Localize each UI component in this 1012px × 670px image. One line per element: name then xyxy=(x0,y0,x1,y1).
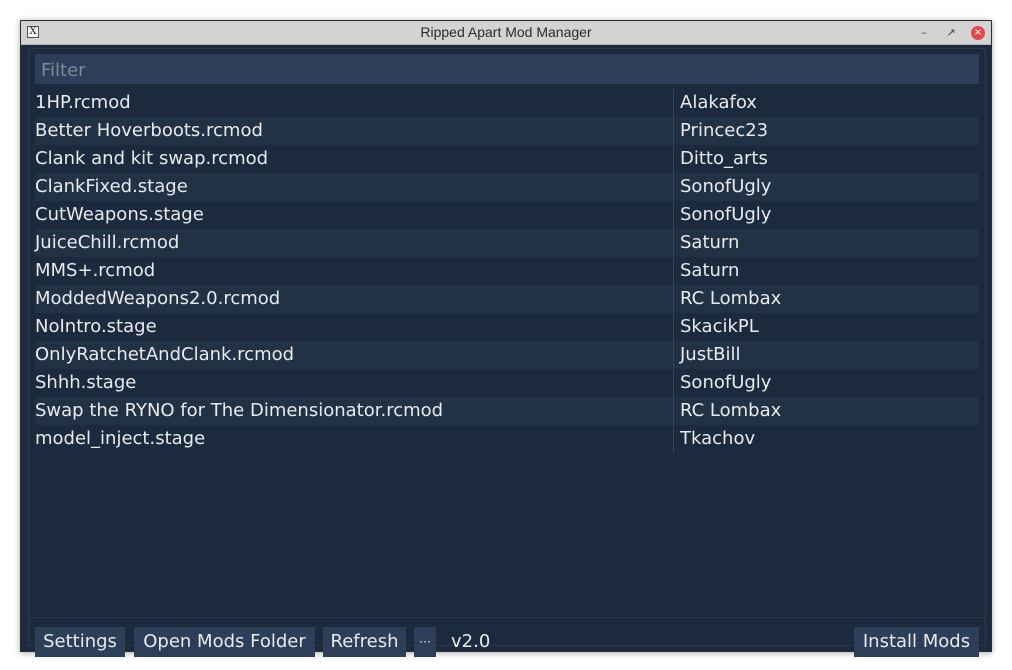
mod-name: OnlyRatchetAndClank.rcmod xyxy=(35,344,295,365)
app-window: X Ripped Apart Mod Manager – ↗ × 1HP.rcm… xyxy=(20,20,992,657)
mod-name: Shhh.stage xyxy=(35,372,137,393)
column-divider xyxy=(673,257,674,285)
mod-row[interactable]: MMS+.rcmod Saturn xyxy=(35,257,979,285)
mod-author: Ditto_arts xyxy=(680,148,768,169)
mod-name: model_inject.stage xyxy=(35,428,206,449)
mod-row[interactable]: NoIntro.stage SkacikPL xyxy=(35,313,979,341)
column-divider xyxy=(673,313,674,341)
mod-row[interactable]: Shhh.stage SonofUgly xyxy=(35,369,979,397)
column-divider xyxy=(673,285,674,313)
column-divider xyxy=(673,425,674,453)
mod-author: Saturn xyxy=(680,260,740,281)
mod-name: Clank and kit swap.rcmod xyxy=(35,148,269,169)
maximize-button[interactable]: ↗ xyxy=(943,25,959,41)
mod-author: Tkachov xyxy=(680,428,756,449)
column-divider xyxy=(673,89,674,117)
more-options-button[interactable]: ··· xyxy=(414,627,436,657)
title-bar[interactable]: X Ripped Apart Mod Manager – ↗ × xyxy=(21,21,991,45)
window-title: Ripped Apart Mod Manager xyxy=(420,24,592,40)
mod-row[interactable]: Swap the RYNO for The Dimensionator.rcmo… xyxy=(35,397,979,425)
main-panel: 1HP.rcmod Alakafox Better Hoverboots.rcmod… xyxy=(28,48,986,657)
column-divider xyxy=(673,397,674,425)
mod-author: RC Lombax xyxy=(680,400,782,421)
mod-row[interactable]: 1HP.rcmod Alakafox xyxy=(35,89,979,117)
mod-author: JustBill xyxy=(680,344,741,365)
mod-author: SkacikPL xyxy=(680,316,759,337)
mod-author: SonofUgly xyxy=(680,176,772,197)
mod-row[interactable]: OnlyRatchetAndClank.rcmod JustBill xyxy=(35,341,979,369)
install-mods-button[interactable]: Install Mods xyxy=(854,627,979,657)
mod-row[interactable]: Clank and kit swap.rcmod Ditto_arts xyxy=(35,145,979,173)
column-divider xyxy=(673,229,674,257)
close-button[interactable]: × xyxy=(971,26,985,40)
mod-name: CutWeapons.stage xyxy=(35,204,204,225)
column-divider xyxy=(673,117,674,145)
mod-row[interactable]: ModdedWeapons2.0.rcmod RC Lombax xyxy=(35,285,979,313)
open-mods-folder-button[interactable]: Open Mods Folder xyxy=(134,627,315,657)
mod-author: SonofUgly xyxy=(680,204,772,225)
mod-row[interactable]: ClankFixed.stage SonofUgly xyxy=(35,173,979,201)
mod-author: RC Lombax xyxy=(680,288,782,309)
mod-row[interactable]: JuiceChill.rcmod Saturn xyxy=(35,229,979,257)
column-divider xyxy=(673,145,674,173)
minimize-button[interactable]: – xyxy=(916,25,932,41)
version-label: v2.0 xyxy=(451,631,491,652)
mod-name: ModdedWeapons2.0.rcmod xyxy=(35,288,281,309)
mod-row[interactable]: Better Hoverboots.rcmod Princec23 xyxy=(35,117,979,145)
column-divider xyxy=(673,173,674,201)
mod-name: MMS+.rcmod xyxy=(35,260,156,281)
refresh-button[interactable]: Refresh xyxy=(323,627,406,657)
mod-name: NoIntro.stage xyxy=(35,316,157,337)
mod-author: Princec23 xyxy=(680,120,769,141)
column-divider xyxy=(673,201,674,229)
mod-name: ClankFixed.stage xyxy=(35,176,188,197)
mod-name: JuiceChill.rcmod xyxy=(35,232,180,253)
mod-list: 1HP.rcmod Alakafox Better Hoverboots.rcmod… xyxy=(35,89,979,453)
column-divider xyxy=(673,341,674,369)
filter-input[interactable] xyxy=(35,54,979,84)
mod-author: Alakafox xyxy=(680,92,757,113)
mod-author: Saturn xyxy=(680,232,740,253)
mod-name: Better Hoverboots.rcmod xyxy=(35,120,263,141)
mod-name: Swap the RYNO for The Dimensionator.rcmo… xyxy=(35,400,444,421)
column-divider xyxy=(673,369,674,397)
settings-button[interactable]: Settings xyxy=(35,627,125,657)
mod-row[interactable]: model_inject.stage Tkachov xyxy=(35,425,979,453)
mod-row[interactable]: CutWeapons.stage SonofUgly xyxy=(35,201,979,229)
mod-author: SonofUgly xyxy=(680,372,772,393)
footer-divider xyxy=(29,617,985,618)
mod-name: 1HP.rcmod xyxy=(35,92,131,113)
